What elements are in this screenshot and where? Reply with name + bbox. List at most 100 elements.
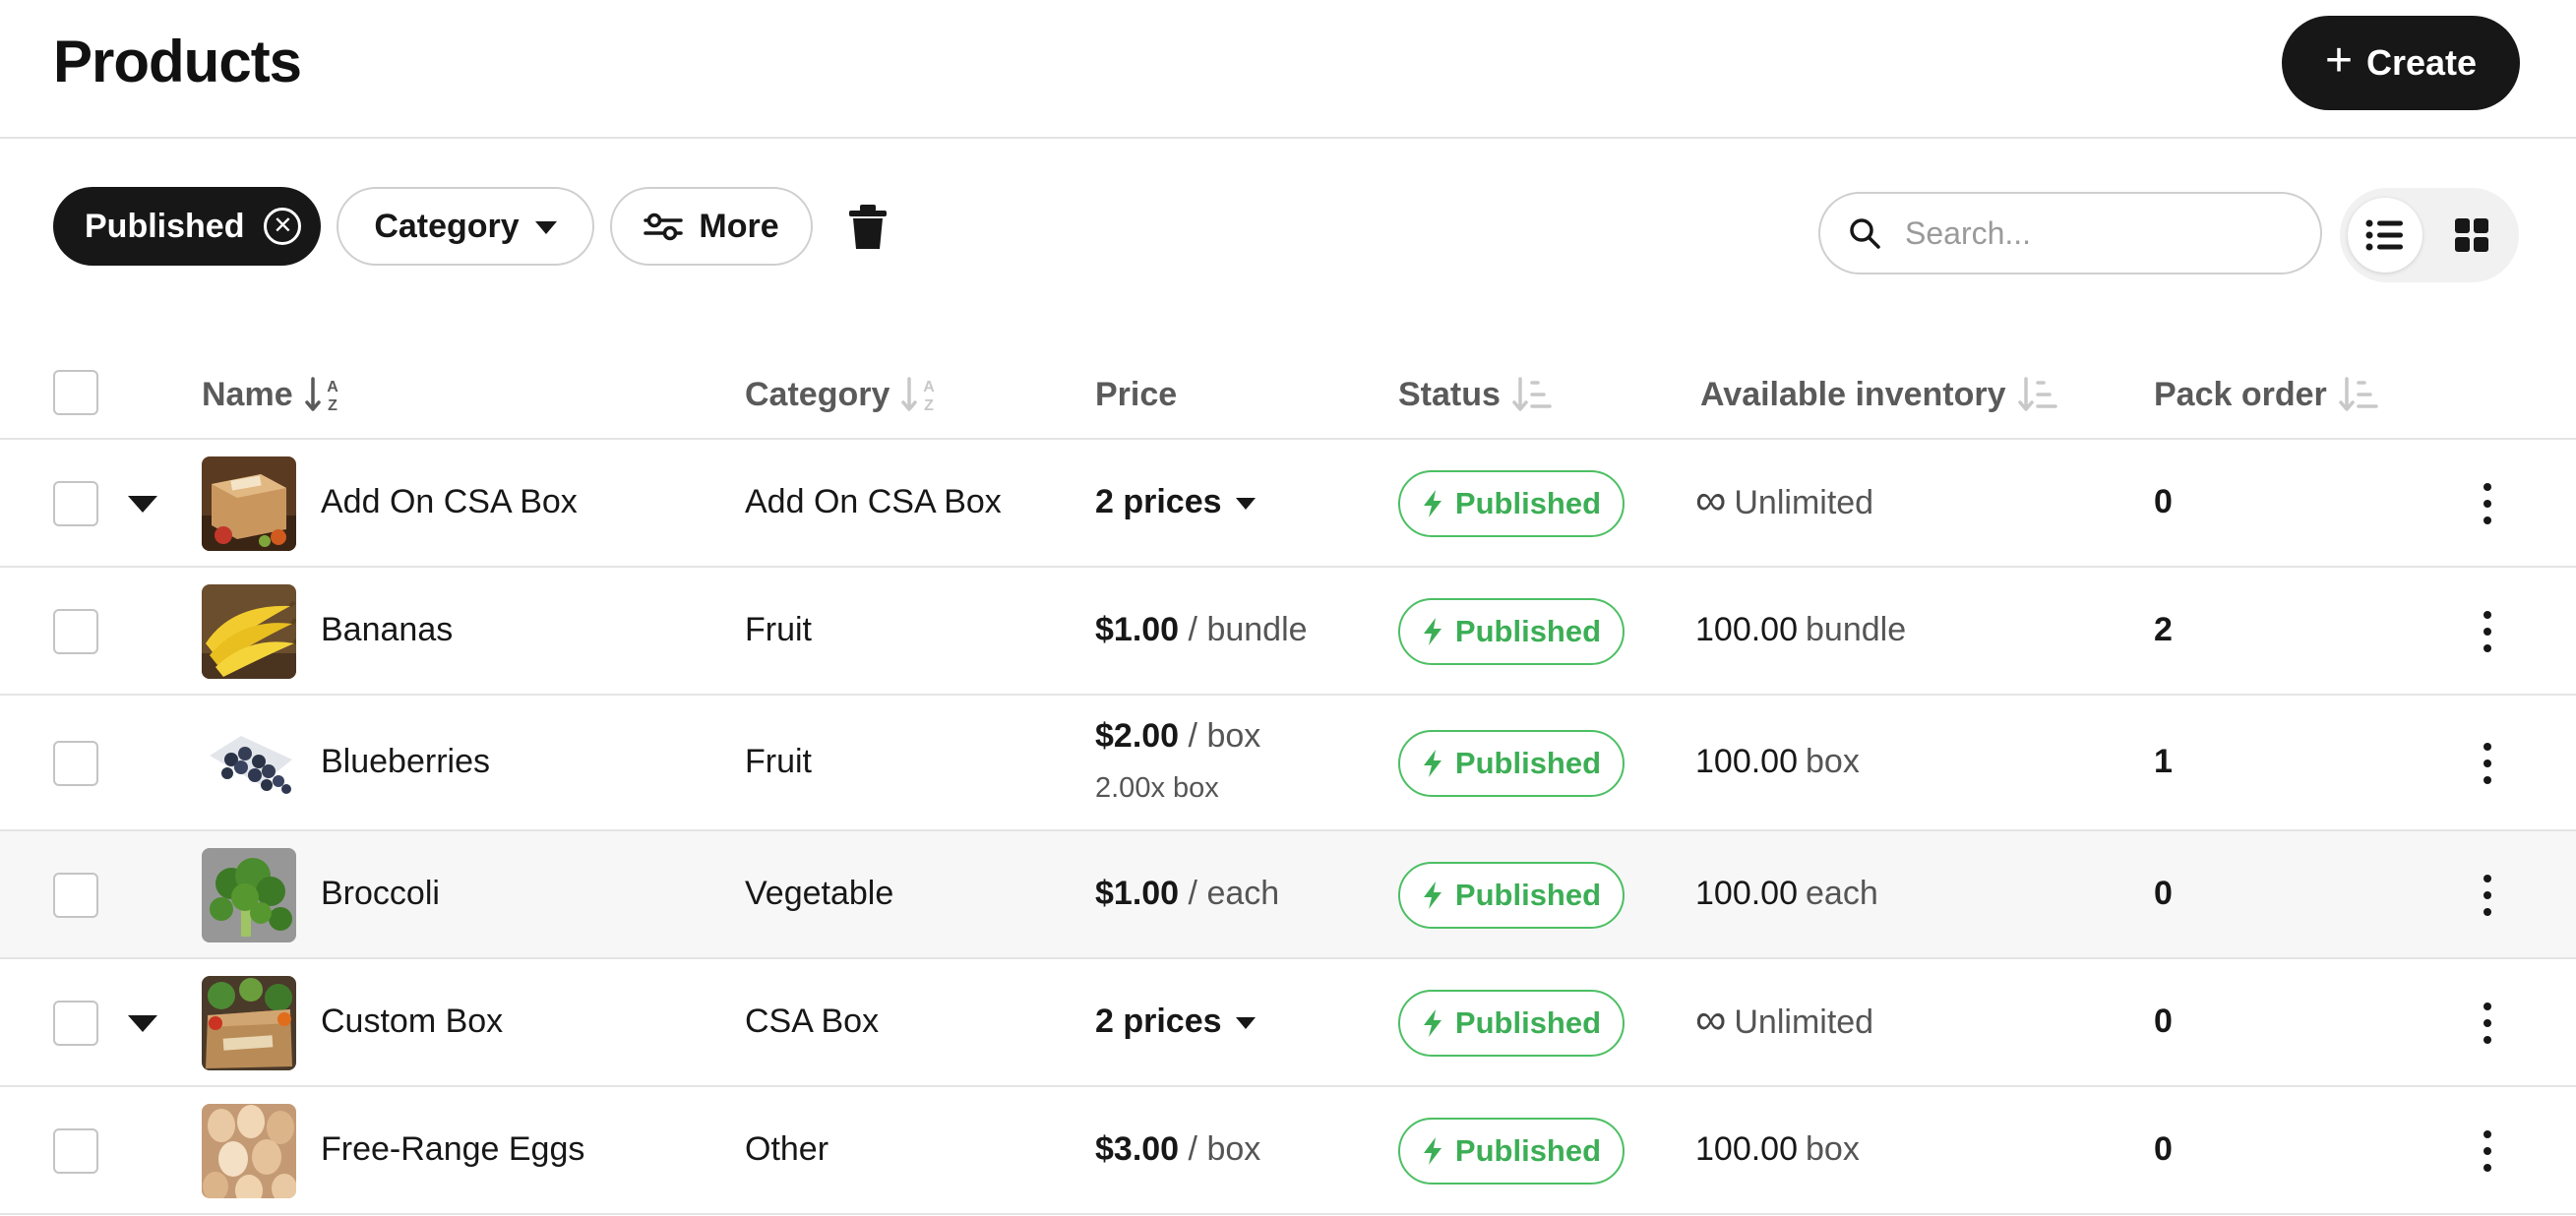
product-category: CSA Box xyxy=(745,1003,880,1040)
trash-icon[interactable] xyxy=(846,204,889,251)
table-header: Name A Z Category A Z Price Status Avail… xyxy=(0,349,2576,440)
row-checkbox[interactable] xyxy=(53,1128,98,1174)
prices-dropdown[interactable]: 2 prices xyxy=(1095,1003,1256,1041)
column-inventory-label: Available inventory xyxy=(1700,375,2006,413)
row-checkbox[interactable] xyxy=(53,609,98,654)
row-checkbox[interactable] xyxy=(53,873,98,918)
table-row[interactable]: Free-Range Eggs Other $3.00 / box Publis… xyxy=(0,1087,2576,1215)
prices-dropdown[interactable]: 2 prices xyxy=(1095,483,1256,521)
status-label: Published xyxy=(1454,486,1602,520)
price-cell: $3.00 / box xyxy=(1095,1130,1260,1169)
pack-order: 0 xyxy=(2154,483,2173,520)
create-button[interactable]: + Create xyxy=(2282,16,2520,110)
grid-view-button[interactable] xyxy=(2434,198,2509,273)
inventory-cell: 100.00 box xyxy=(1695,1130,1860,1169)
inventory-cell: ∞ Unlimited xyxy=(1695,479,1874,522)
column-header-inventory[interactable]: Available inventory xyxy=(1700,367,2059,422)
column-price-label: Price xyxy=(1095,375,1178,413)
view-toggle xyxy=(2340,188,2519,282)
product-category: Fruit xyxy=(745,611,812,648)
row-checkbox[interactable] xyxy=(53,1001,98,1046)
svg-text:Z: Z xyxy=(924,397,934,414)
column-category-label: Category xyxy=(745,375,890,413)
table-row[interactable]: Add On CSA Box Add On CSA Box 2 prices P… xyxy=(0,440,2576,568)
page-header: Products + Create xyxy=(0,0,2576,139)
pack-order: 0 xyxy=(2154,875,2173,912)
infinity-icon: ∞ xyxy=(1695,476,1727,524)
product-name[interactable]: Blueberries xyxy=(321,743,490,781)
table-row[interactable]: Custom Box CSA Box 2 prices Published ∞ … xyxy=(0,959,2576,1087)
infinity-icon: ∞ xyxy=(1695,996,1727,1044)
more-options-icon[interactable] xyxy=(2472,739,2503,788)
product-thumbnail xyxy=(202,848,296,942)
plus-icon: + xyxy=(2324,34,2353,87)
more-filters-button[interactable]: More xyxy=(610,187,813,266)
search-field[interactable] xyxy=(1818,192,2322,274)
price-summary: 2 prices xyxy=(1095,483,1222,520)
column-header-category[interactable]: Category A Z xyxy=(745,367,943,422)
select-all-checkbox[interactable] xyxy=(53,370,98,415)
row-checkbox[interactable] xyxy=(53,481,98,526)
table-row[interactable]: Bananas Fruit $1.00 / bundle Published 1… xyxy=(0,568,2576,696)
product-name[interactable]: Free-Range Eggs xyxy=(321,1130,584,1169)
inventory-unit: box xyxy=(1806,1130,1860,1168)
product-name[interactable]: Broccoli xyxy=(321,875,440,913)
published-filter-chip[interactable]: Published ✕ xyxy=(53,187,321,266)
filter-toolbar: Published ✕ Category More xyxy=(0,182,2576,282)
search-input[interactable] xyxy=(1905,214,2279,252)
price-summary: 2 prices xyxy=(1095,1003,1222,1040)
inventory-amount: 100.00 xyxy=(1695,611,1798,648)
column-header-pack-order[interactable]: Pack order xyxy=(2154,367,2380,422)
expand-row-icon[interactable] xyxy=(126,1008,159,1038)
category-filter-dropdown[interactable]: Category xyxy=(337,187,594,266)
sort-icon[interactable] xyxy=(2017,375,2059,414)
more-options-icon[interactable] xyxy=(2472,479,2503,528)
more-options-icon[interactable] xyxy=(2472,999,2503,1048)
sort-az-icon[interactable]: A Z xyxy=(304,375,346,414)
price-amount: $2.00 xyxy=(1095,717,1180,755)
product-thumbnail xyxy=(202,456,296,551)
column-name-label: Name xyxy=(202,375,293,413)
product-thumbnail xyxy=(202,1104,296,1198)
list-view-button[interactable] xyxy=(2348,198,2423,273)
lightning-icon xyxy=(1423,1009,1441,1037)
pack-order: 0 xyxy=(2154,1003,2173,1040)
inventory-value: Unlimited xyxy=(1734,483,1874,521)
more-options-icon[interactable] xyxy=(2472,1126,2503,1176)
sort-icon[interactable] xyxy=(2339,375,2380,414)
product-name[interactable]: Add On CSA Box xyxy=(321,483,578,521)
status-badge: Published xyxy=(1398,730,1625,797)
clear-filter-icon[interactable]: ✕ xyxy=(264,208,302,245)
column-status-label: Status xyxy=(1398,375,1501,413)
product-category: Vegetable xyxy=(745,875,894,912)
search-icon xyxy=(1850,218,1880,249)
product-name[interactable]: Custom Box xyxy=(321,1003,503,1041)
price-cell: $1.00 / each xyxy=(1095,875,1279,913)
expand-row-icon[interactable] xyxy=(126,489,159,518)
inventory-unit: each xyxy=(1806,875,1878,912)
status-badge: Published xyxy=(1398,598,1625,665)
grid-icon xyxy=(2455,218,2488,252)
status-label: Published xyxy=(1454,1005,1602,1040)
more-options-icon[interactable] xyxy=(2472,871,2503,920)
more-options-icon[interactable] xyxy=(2472,607,2503,656)
table-row[interactable]: Blueberries Fruit $2.00 / box 2.00x box … xyxy=(0,696,2576,831)
inventory-cell: ∞ Unlimited xyxy=(1695,999,1874,1042)
row-checkbox[interactable] xyxy=(53,741,98,786)
inventory-cell: 100.00 box xyxy=(1695,743,1860,781)
svg-text:A: A xyxy=(327,379,338,395)
sort-az-icon[interactable]: A Z xyxy=(901,375,943,414)
price-amount: $1.00 xyxy=(1095,875,1180,912)
lightning-icon xyxy=(1423,490,1441,517)
column-header-name[interactable]: Name A Z xyxy=(202,367,346,422)
product-name[interactable]: Bananas xyxy=(321,611,453,649)
product-category: Add On CSA Box xyxy=(745,483,1002,520)
price-amount: $1.00 xyxy=(1095,611,1180,648)
sort-icon[interactable] xyxy=(1512,375,1554,414)
chevron-down-icon xyxy=(534,220,557,234)
table-row[interactable]: Broccoli Vegetable $1.00 / each Publishe… xyxy=(0,831,2576,959)
status-badge: Published xyxy=(1398,470,1625,537)
inventory-value: Unlimited xyxy=(1734,1003,1874,1041)
column-header-status[interactable]: Status xyxy=(1398,367,1554,422)
column-pack-order-label: Pack order xyxy=(2154,375,2327,413)
